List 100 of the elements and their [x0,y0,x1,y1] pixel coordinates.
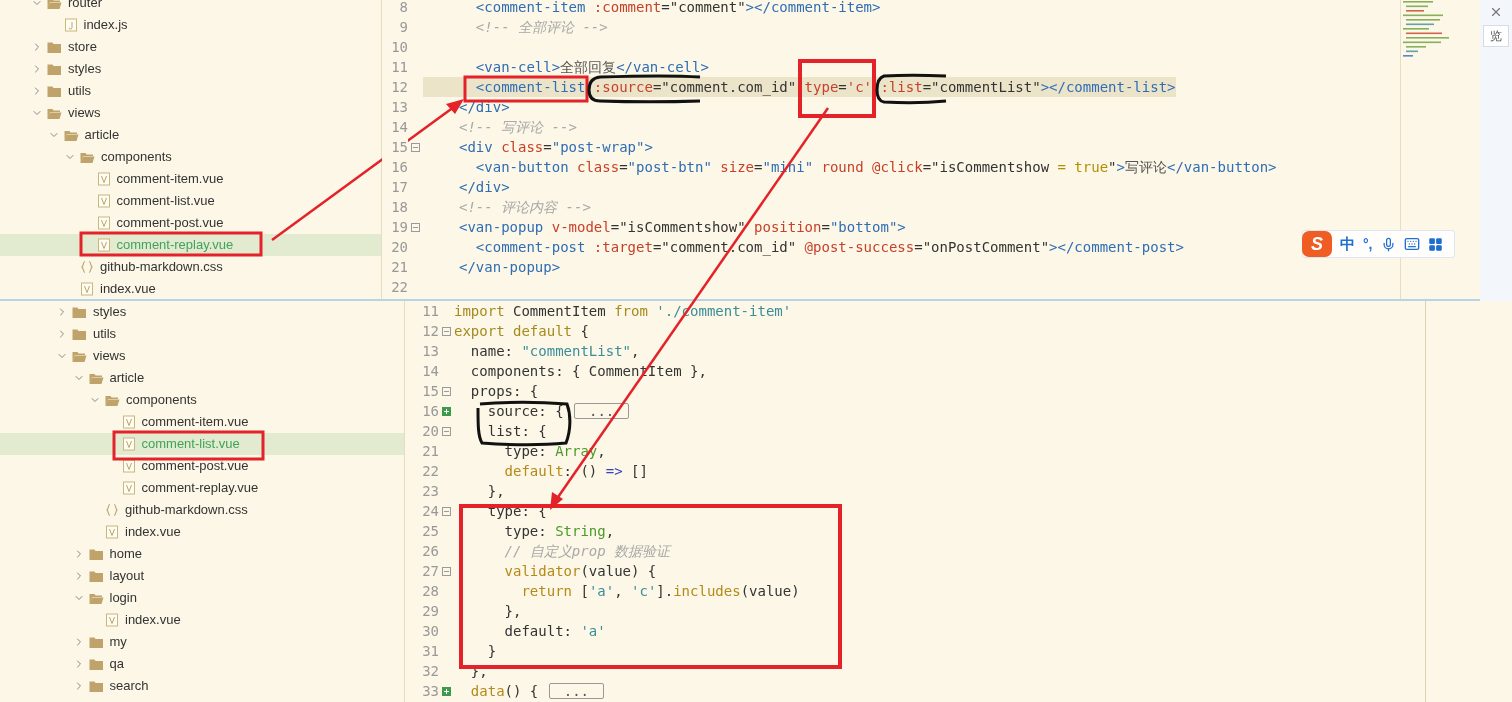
file-tree-item[interactable]: styles [0,301,404,323]
folded-code-button[interactable]: ... [574,403,630,419]
code-line: }, [503,601,522,621]
vue-file-icon [121,459,136,473]
code-line: default: 'a' [503,621,606,641]
braces-file-icon [105,503,119,517]
expand-icon[interactable] [442,686,451,696]
file-tree-item[interactable]: views [0,345,404,367]
microphone-icon[interactable] [1380,236,1396,252]
file-tree-item[interactable]: login [0,587,404,609]
folded-code-button[interactable]: ... [548,683,605,699]
file-tree-item[interactable]: index.js [0,14,381,36]
file-tree-item[interactable]: layout [0,565,404,587]
folder-icon [105,393,120,407]
file-tree-item[interactable]: my [0,631,404,653]
grid-icon[interactable] [1427,236,1443,252]
folder-icon [80,150,95,164]
punctuation-toggle[interactable]: °, [1363,233,1373,255]
braces-file-icon [80,260,94,274]
collapse-icon[interactable] [411,222,420,232]
file-tree-item[interactable]: store [0,36,381,58]
code-line: }, [486,481,505,501]
file-tree-item[interactable]: index.vue [0,609,404,631]
file-tree-item[interactable]: github-markdown.css [0,499,404,521]
file-tree-item[interactable]: utils [0,323,404,345]
folder-icon [47,106,62,120]
file-tree-item[interactable]: comment-item.vue [0,411,404,433]
collapse-icon[interactable] [442,506,451,516]
file-tree-item[interactable]: search [0,675,404,697]
code-line: </div> [458,97,510,117]
code-line: <!-- 写评论 --> [458,117,577,137]
view-button[interactable]: 览 [1483,25,1509,47]
file-tree-item[interactable]: components [0,146,381,168]
vue-file-icon [96,216,111,230]
vue-file-icon [121,481,136,495]
folder-icon [47,84,62,98]
code-line: type: String, [503,521,615,541]
input-mode-toggle[interactable]: 中 [1340,232,1355,256]
folder-icon [72,327,87,341]
code-line: <div class="post-wrap"> [458,137,653,157]
code-line: validator(value) { [503,561,657,581]
folder-icon [47,40,62,54]
line-number: 15 [382,136,408,158]
file-tree-item[interactable]: comment-post.vue [0,212,381,234]
minimap-drawing [1403,0,1449,60]
code-line: return ['a', 'c'].includes(value) [520,581,800,601]
code-line: props: { [469,381,539,401]
file-tree-item[interactable]: comment-post.vue [0,455,404,477]
code-line: name: "commentList", [469,341,640,361]
file-tree-item[interactable]: index.vue [0,521,404,543]
folder-icon [88,591,104,605]
folder-icon [88,679,104,693]
folder-icon [47,0,62,10]
vue-file-icon [80,282,94,296]
file-tree-item[interactable]: qa [0,653,404,675]
code-line: // 自定义prop 数据验证 [503,541,670,561]
file-tree-item[interactable]: components [0,389,404,411]
file-tree-item[interactable]: comment-item.vue [0,168,381,190]
file-tree-item[interactable]: styles [0,58,381,80]
folder-icon [88,547,104,561]
vue-file-icon [105,613,119,627]
file-tree-item[interactable]: article [0,124,381,146]
code-line: source: { [486,401,565,421]
collapse-icon[interactable] [411,142,420,152]
vue-file-icon [105,525,119,539]
folder-icon [88,635,104,649]
expand-icon[interactable] [442,406,451,416]
collapse-icon[interactable] [442,326,451,336]
vue-file-icon [121,437,136,451]
file-tree-item[interactable]: views [0,102,381,124]
file-tree-item[interactable]: utils [0,80,381,102]
code-line: <van-cell>全部回复</van-cell> [474,57,709,77]
code-line: </div> [458,177,510,197]
js-file-icon [63,18,78,32]
file-tree-item[interactable]: home [0,543,404,565]
folder-icon [47,62,62,76]
vue-file-icon [96,172,111,186]
code-line: <!-- 评论内容 --> [458,197,591,217]
vue-file-icon [96,238,111,252]
code-line: <!-- 全部评论 --> [474,17,608,37]
code-line: <comment-item :comment="comment"></comment-item> [474,0,881,17]
code-line: list: { [486,421,547,441]
file-tree-item[interactable]: comment-list.vue [0,190,381,212]
code-line: export default { [454,321,589,341]
keyboard-icon[interactable] [1403,236,1420,252]
folder-icon [88,657,104,671]
collapse-icon[interactable] [442,566,451,576]
file-tree-item[interactable]: index.vue [0,278,381,299]
collapse-icon[interactable] [442,386,451,396]
file-tree-item[interactable]: github-markdown.css [0,256,381,278]
folder-icon [72,305,87,319]
file-tree-item[interactable]: comment-replay.vue [0,477,404,499]
code-line: <van-popup v-model="isCommentshow" position="bottom"> [458,217,906,237]
file-tree-item[interactable]: article [0,367,404,389]
vue-file-icon [121,415,136,429]
folder-icon [63,128,79,142]
close-icon[interactable] [1489,5,1503,19]
folder-icon [72,349,87,363]
code-line: data() { [469,681,540,701]
collapse-icon[interactable] [442,426,451,436]
